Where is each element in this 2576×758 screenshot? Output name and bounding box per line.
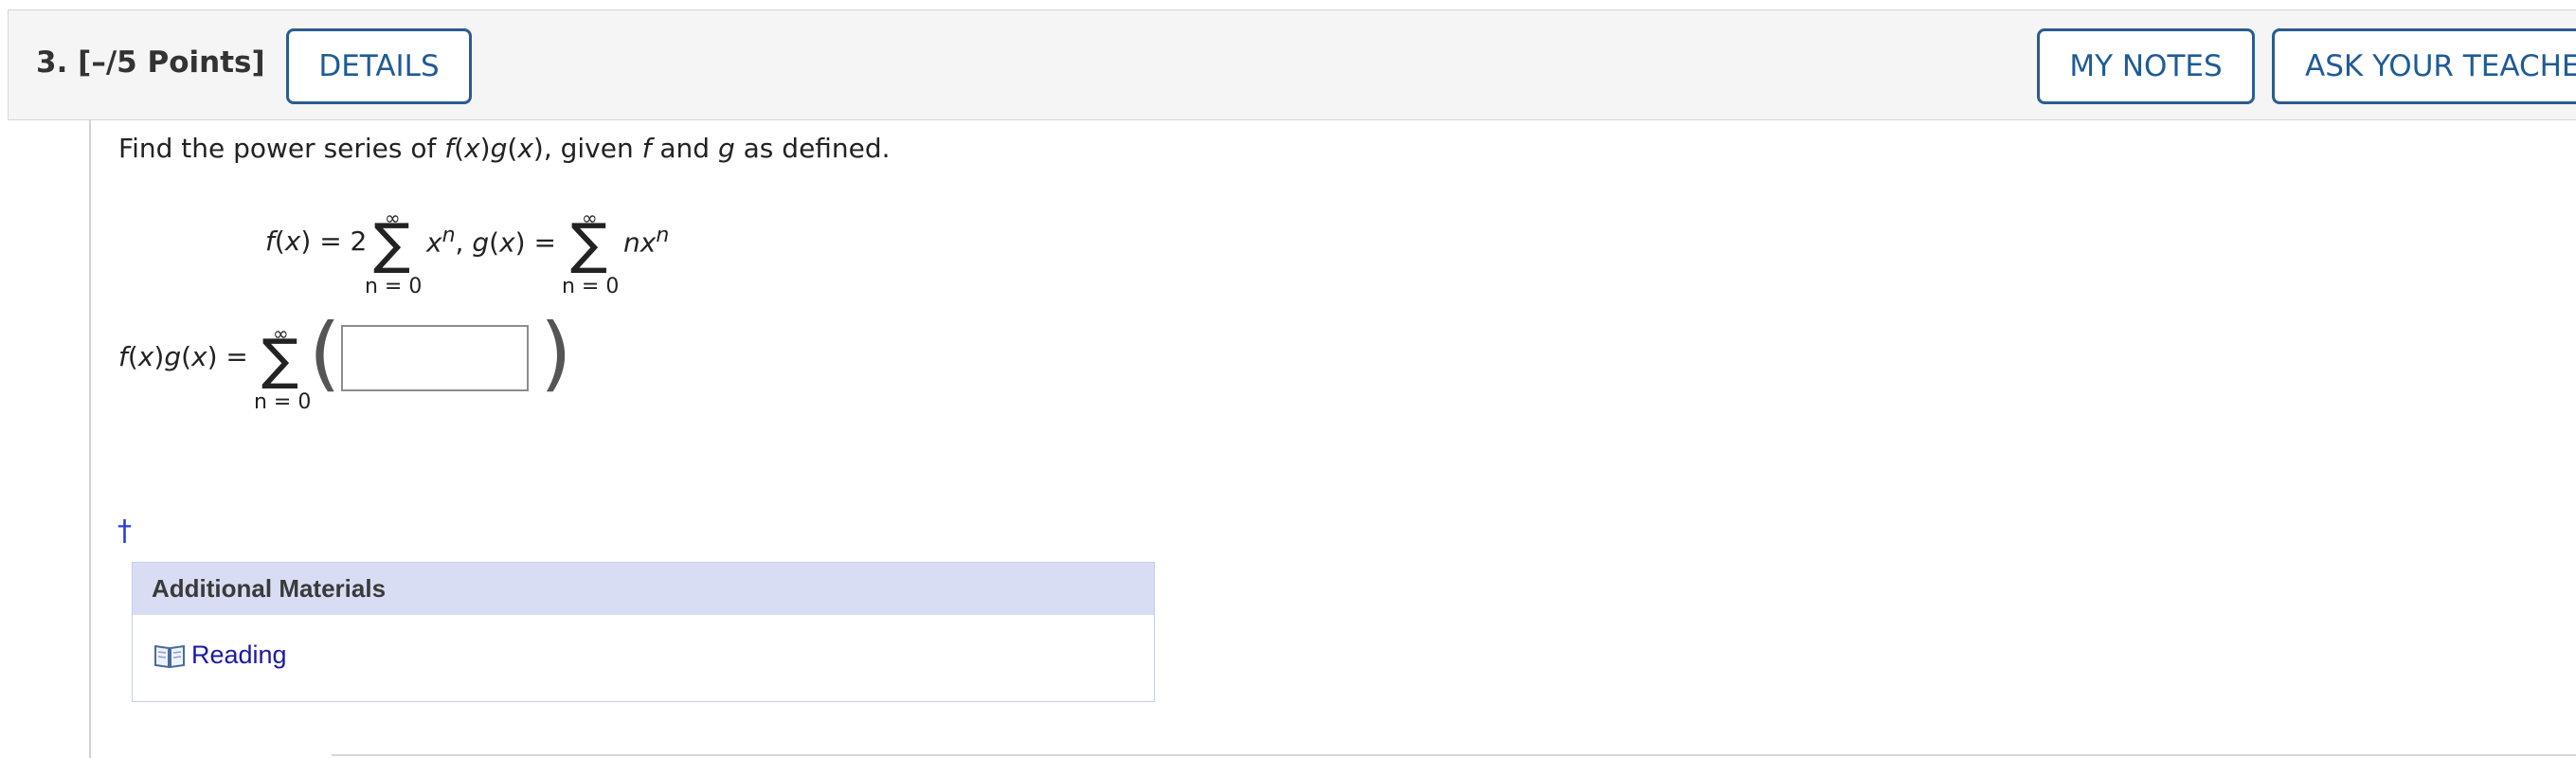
answer-input[interactable] (341, 325, 529, 391)
reading-label: Reading (191, 641, 287, 669)
g-sigma: ∑ (570, 211, 608, 276)
reading-link[interactable]: Reading (153, 641, 287, 670)
question-points: [–/5 Points] (78, 45, 265, 80)
details-button[interactable]: DETAILS (286, 28, 472, 104)
answer-lhs: f(x)g(x) = (118, 341, 248, 372)
content-divider (89, 120, 91, 758)
answer-right-paren: ) (540, 306, 572, 401)
f-definition: f(x) = 2 (265, 226, 368, 257)
question-number: 3. [–/5 Points] (36, 45, 265, 80)
book-icon (154, 644, 185, 668)
additional-materials-title: Additional Materials (133, 563, 1154, 615)
question-index: 3. (36, 45, 68, 80)
additional-materials-panel: Additional Materials Reading (132, 562, 1155, 702)
answer-left-paren: ( (309, 306, 341, 401)
bottom-divider (332, 754, 2576, 756)
answer-lower-limit: n = 0 (254, 390, 312, 414)
answer-sigma: ∑ (261, 327, 299, 391)
my-notes-button[interactable]: MY NOTES (2037, 28, 2255, 104)
f-sigma: ∑ (373, 211, 411, 276)
footnote-dagger: † (117, 514, 132, 548)
ask-teacher-button[interactable]: ASK YOUR TEACHE (2272, 28, 2576, 104)
question-prompt: Find the power series of f(x)g(x), given… (118, 133, 891, 164)
g-term: nxn (623, 224, 670, 259)
f-lower-limit: n = 0 (365, 275, 423, 298)
g-lower-limit: n = 0 (562, 275, 620, 298)
f-term: xn, g(x) = (426, 224, 556, 259)
